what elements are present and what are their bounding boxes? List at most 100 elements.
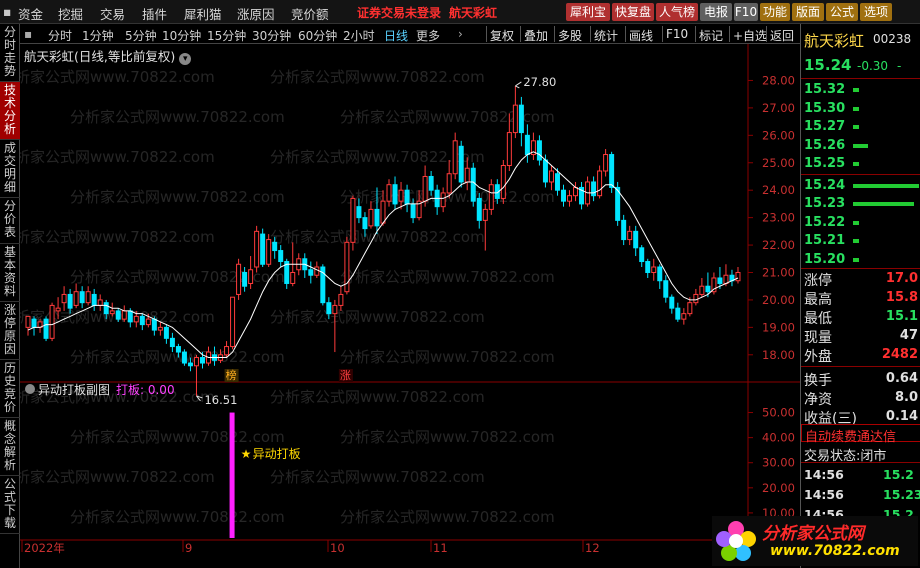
toolbar-button-7[interactable]: 公式 xyxy=(826,3,858,21)
stat-label: 最低 xyxy=(804,311,832,327)
y-tick-label: 26.00 xyxy=(762,128,795,142)
logo-text: 分析家公式网 xyxy=(762,524,864,544)
candle-body xyxy=(464,167,470,183)
y-tick-label: 27.00 xyxy=(762,101,795,115)
x-tick-label: 11 xyxy=(433,541,448,555)
candle-body xyxy=(398,189,404,202)
candle-body xyxy=(512,104,518,134)
toolbar-button-6[interactable]: 版面 xyxy=(792,3,824,21)
toolbar-button-5[interactable]: 功能 xyxy=(760,3,790,21)
period-tab-9[interactable]: 更多 xyxy=(416,27,440,44)
bang-marker[interactable]: 榜 xyxy=(226,368,237,382)
trade-login-alert[interactable]: 证券交易未登录 xyxy=(357,4,441,21)
toolbar-button-4[interactable]: F10 xyxy=(734,3,758,21)
candle-body xyxy=(97,299,103,306)
candle-body xyxy=(338,293,344,306)
tool-button-7[interactable]: +自选 xyxy=(733,27,767,44)
left-tab-8[interactable]: 公式下载 xyxy=(0,476,20,534)
watermark-text: 分析家公式网www.70822.com xyxy=(70,428,285,446)
order-book-volume-bar xyxy=(853,125,859,129)
candle-body xyxy=(440,192,446,208)
period-tab-5[interactable]: 30分钟 xyxy=(252,27,291,44)
menu-item-trade[interactable]: 交易 xyxy=(100,4,125,23)
period-tab-7[interactable]: 2小时 xyxy=(343,27,375,44)
watermark-text: 分析家公式网www.70822.com xyxy=(340,428,555,446)
tool-button-4[interactable]: 画线 xyxy=(629,27,653,44)
indicator-title: 异动打板副图 xyxy=(38,383,110,397)
tool-button-1[interactable]: 叠加 xyxy=(524,27,548,44)
candle-body xyxy=(567,195,573,202)
order-book-price: 15.24 xyxy=(804,177,846,193)
period-tab-4[interactable]: 15分钟 xyxy=(207,27,246,44)
left-tab-7[interactable]: 概念解析 xyxy=(0,418,20,476)
period-tab-0[interactable]: 分时 xyxy=(48,27,72,44)
period-tab-2[interactable]: 5分钟 xyxy=(125,27,157,44)
watermark-text: 分析家公式网www.70822.com xyxy=(270,468,485,486)
left-tab-1[interactable]: 技术分析 xyxy=(0,82,20,140)
period-tab-1[interactable]: 1分钟 xyxy=(82,27,114,44)
candle-body xyxy=(386,184,392,202)
indicator-settings-icon[interactable] xyxy=(25,384,35,394)
menu-item-xilimao[interactable]: 犀利猫 xyxy=(184,4,222,23)
toolbar-button-2[interactable]: 人气榜 xyxy=(656,3,698,21)
candle-body xyxy=(524,134,530,156)
ad-text[interactable]: 自动续费通达信 xyxy=(805,426,896,445)
period-tab-3[interactable]: 10分钟 xyxy=(162,27,201,44)
quote-price: 15.24 xyxy=(804,56,852,74)
left-tab-4[interactable]: 基本资料 xyxy=(0,244,20,302)
tool-button-0[interactable]: 复权 xyxy=(490,27,514,44)
period-tab-6[interactable]: 60分钟 xyxy=(298,27,337,44)
candle-body xyxy=(639,247,645,263)
candle-body xyxy=(657,266,663,282)
watermark-text: 分析家公式网www.70822.com xyxy=(340,268,555,286)
candle-body xyxy=(633,230,639,249)
zhang-marker[interactable]: 涨 xyxy=(340,369,351,382)
toolbar-button-1[interactable]: 快复盘 xyxy=(612,3,654,21)
left-tab-2[interactable]: 成交明细 xyxy=(0,140,20,198)
candle-body xyxy=(518,104,524,134)
toolbar-button-3[interactable]: 电报 xyxy=(700,3,732,21)
left-tab-6[interactable]: 历史竞价 xyxy=(0,360,20,418)
order-book-volume-bar xyxy=(853,239,859,243)
order-book-price: 15.22 xyxy=(804,214,846,230)
menu-item-mining[interactable]: 挖掘 xyxy=(58,4,83,23)
menu-item-auction-amount[interactable]: 竞价额 xyxy=(291,4,329,23)
order-book-volume-bar xyxy=(853,143,869,148)
left-tab-0[interactable]: 分时走势 xyxy=(0,24,20,82)
left-tab-5[interactable]: 涨停原因 xyxy=(0,302,20,360)
tool-button-6[interactable]: 标记 xyxy=(699,27,723,44)
toolbar-button-8[interactable]: 选项 xyxy=(860,3,892,21)
kline-chart-area[interactable]: 分析家公式网www.70822.com 分析家公式网www.70822.com 分析… xyxy=(0,44,800,558)
period-tab-8[interactable]: 日线 xyxy=(384,27,408,44)
candle-body xyxy=(693,293,699,304)
kline-chart-svg[interactable]: 分析家公式网www.70822.com 分析家公式网www.70822.com 分析… xyxy=(0,44,800,558)
candle-body xyxy=(645,261,651,273)
tool-button-5[interactable]: F10 xyxy=(666,27,688,41)
candle-body xyxy=(61,293,67,304)
candle-body xyxy=(735,271,741,282)
tool-button-2[interactable]: 多股 xyxy=(558,27,582,44)
candle-body xyxy=(362,217,368,230)
candle-body xyxy=(548,170,554,183)
indicator-tick-label: 40.00 xyxy=(762,431,795,445)
order-book-price: 15.23 xyxy=(804,196,846,211)
chevron-right-icon[interactable]: › xyxy=(458,27,463,41)
tool-button-8[interactable]: 返回 xyxy=(770,27,794,44)
left-tab-3[interactable]: 分价表 xyxy=(0,198,20,244)
menu-item-funds[interactable]: 资金 xyxy=(18,4,43,23)
order-book-volume-bar xyxy=(853,183,919,188)
ad-banner[interactable]: 自动续费通达信 xyxy=(801,424,920,445)
candle-body xyxy=(145,318,151,326)
app-menu-icon[interactable]: ▪ xyxy=(3,4,11,19)
menu-item-plugins[interactable]: 插件 xyxy=(142,4,167,23)
candle-body xyxy=(43,318,49,339)
tool-button-3[interactable]: 统计 xyxy=(594,27,618,44)
menu-item-rise-reason[interactable]: 涨原因 xyxy=(237,4,275,23)
period-menu-icon[interactable]: ▪ xyxy=(24,27,32,41)
watermark-text: 分析家公式网www.70822.com xyxy=(270,388,485,406)
order-book-volume-bar xyxy=(853,202,914,206)
toolbar-button-0[interactable]: 犀利宝 xyxy=(566,3,610,21)
candle-body xyxy=(109,310,115,315)
circle-arrow-icon[interactable]: ▾ xyxy=(179,53,192,65)
high-price-label: 27.80 xyxy=(523,75,556,89)
